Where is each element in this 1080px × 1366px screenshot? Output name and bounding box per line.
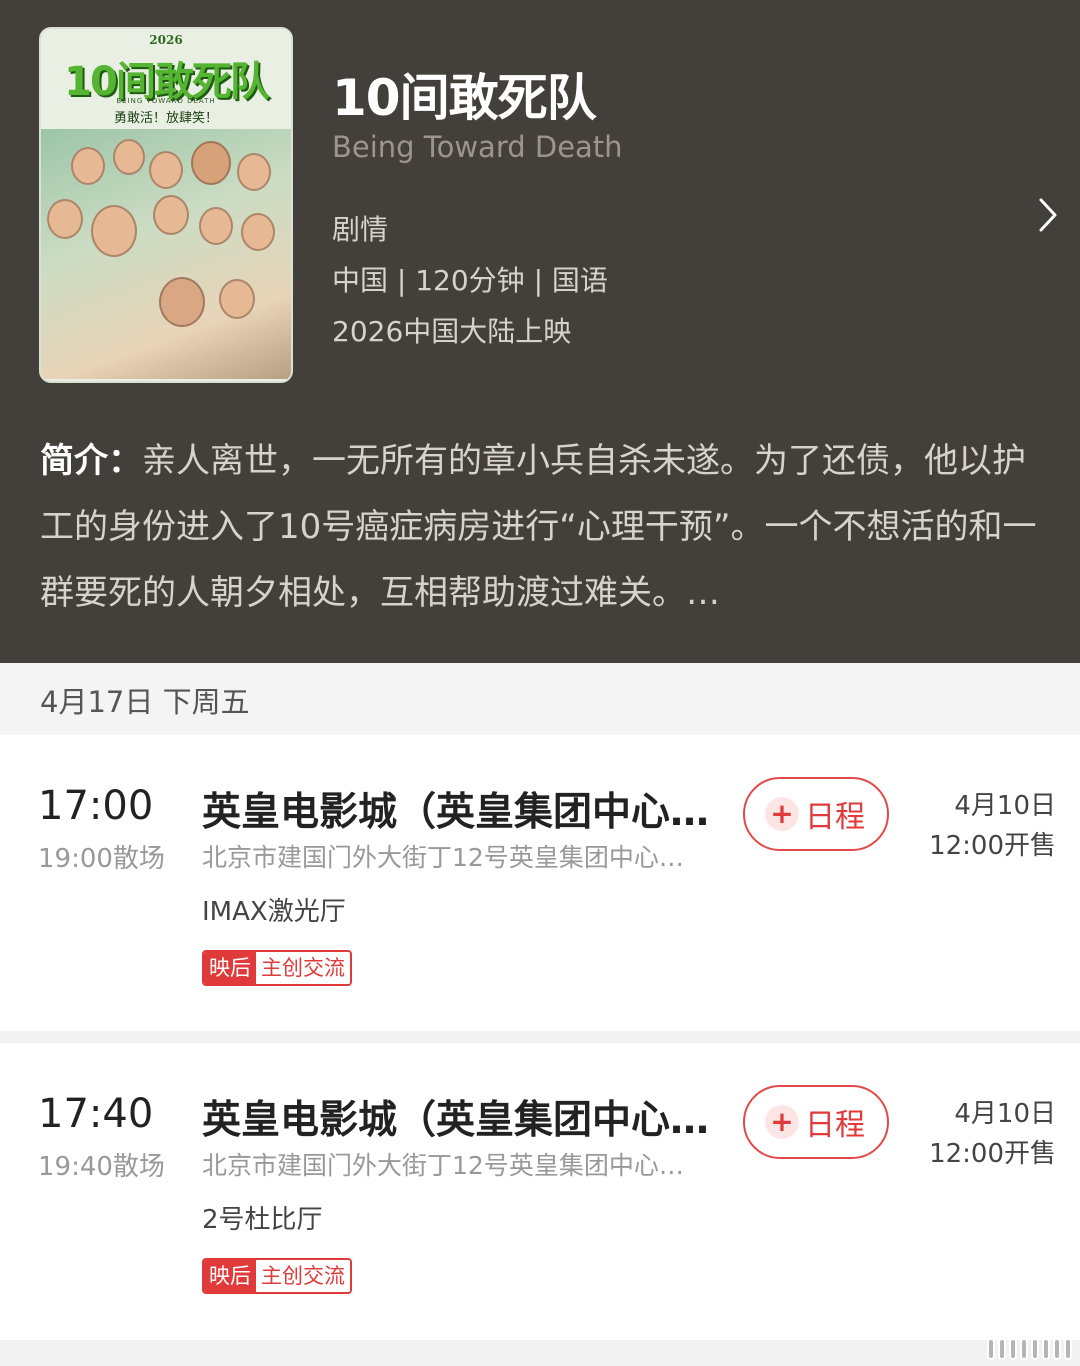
show-end-time: 19:40散场 [38, 1152, 165, 1182]
sale-date: 4月10日 [954, 791, 1056, 821]
watermark-icon [987, 1338, 1072, 1360]
movie-genre: 剧情 [332, 213, 389, 246]
show-time: 17:00 [38, 783, 154, 829]
add-schedule-label: 日程 [805, 1108, 865, 1143]
movie-info: 中国 | 120分钟 | 国语 [332, 264, 608, 297]
chevron-right-icon[interactable] [1030, 195, 1066, 235]
poster-slogan: 勇敢活！放肆笑！ [113, 111, 218, 126]
intro-label: 简介： [40, 441, 142, 481]
plus-icon: + [765, 1105, 799, 1139]
movie-release: 2026中国大陆上映 [332, 315, 572, 348]
sale-date: 4月10日 [954, 1099, 1056, 1129]
hall-name: IMAX激光厅 [202, 897, 346, 927]
sale-time: 12:00开售 [929, 831, 1056, 861]
event-tag-label: 主创交流 [256, 1260, 350, 1292]
event-tag-type: 映后 [204, 952, 256, 984]
sale-time: 12:00开售 [929, 1139, 1056, 1169]
poster-subtitle: BEING TOWARD DEATH [116, 97, 216, 105]
poster-cast-photo [41, 129, 291, 379]
movie-title: 10间敢死队 [332, 69, 597, 127]
cinema-address: 北京市建国门外大街丁12号英皇集团中心… [202, 1151, 684, 1180]
plus-icon: + [765, 797, 799, 831]
hall-name: 2号杜比厅 [202, 1205, 323, 1235]
poster-year: 2026 [149, 33, 183, 47]
cinema-address: 北京市建国门外大街丁12号英皇集团中心… [202, 843, 684, 872]
cinema-name: 英皇电影城（英皇集团中心店） [202, 1098, 737, 1143]
date-bar: 4月17日 下周五 [0, 663, 1080, 735]
add-schedule-label: 日程 [805, 800, 865, 835]
movie-intro[interactable]: 简介：亲人离世，一无所有的章小兵自杀未遂。为了还债，他以护工的身份进入了10号癌… [40, 428, 1050, 626]
cinema-name: 英皇电影城（英皇集团中心店） [202, 790, 737, 835]
show-time: 17:40 [38, 1091, 154, 1137]
event-tag-label: 主创交流 [256, 952, 350, 984]
add-schedule-button[interactable]: + 日程 [743, 1085, 889, 1159]
show-end-time: 19:00散场 [38, 844, 165, 874]
event-tag-type: 映后 [204, 1260, 256, 1292]
show-card[interactable]: 17:00 19:00散场 英皇电影城（英皇集团中心店） 北京市建国门外大街丁1… [0, 735, 1080, 1031]
date-label: 4月17日 下周五 [40, 685, 250, 719]
movie-header: 2026 10间敢死队 BEING TOWARD DEATH 勇敢活！放肆笑！ … [0, 0, 1080, 663]
add-schedule-button[interactable]: + 日程 [743, 777, 889, 851]
movie-english-title: Being Toward Death [332, 130, 623, 164]
event-tag: 映后 主创交流 [202, 950, 352, 986]
event-tag: 映后 主创交流 [202, 1258, 352, 1294]
intro-text: 亲人离世，一无所有的章小兵自杀未遂。为了还债，他以护工的身份进入了10号癌症病房… [40, 441, 1037, 613]
movie-poster[interactable]: 2026 10间敢死队 BEING TOWARD DEATH 勇敢活！放肆笑！ [39, 27, 293, 383]
show-card[interactable]: 17:40 19:40散场 英皇电影城（英皇集团中心店） 北京市建国门外大街丁1… [0, 1043, 1080, 1340]
